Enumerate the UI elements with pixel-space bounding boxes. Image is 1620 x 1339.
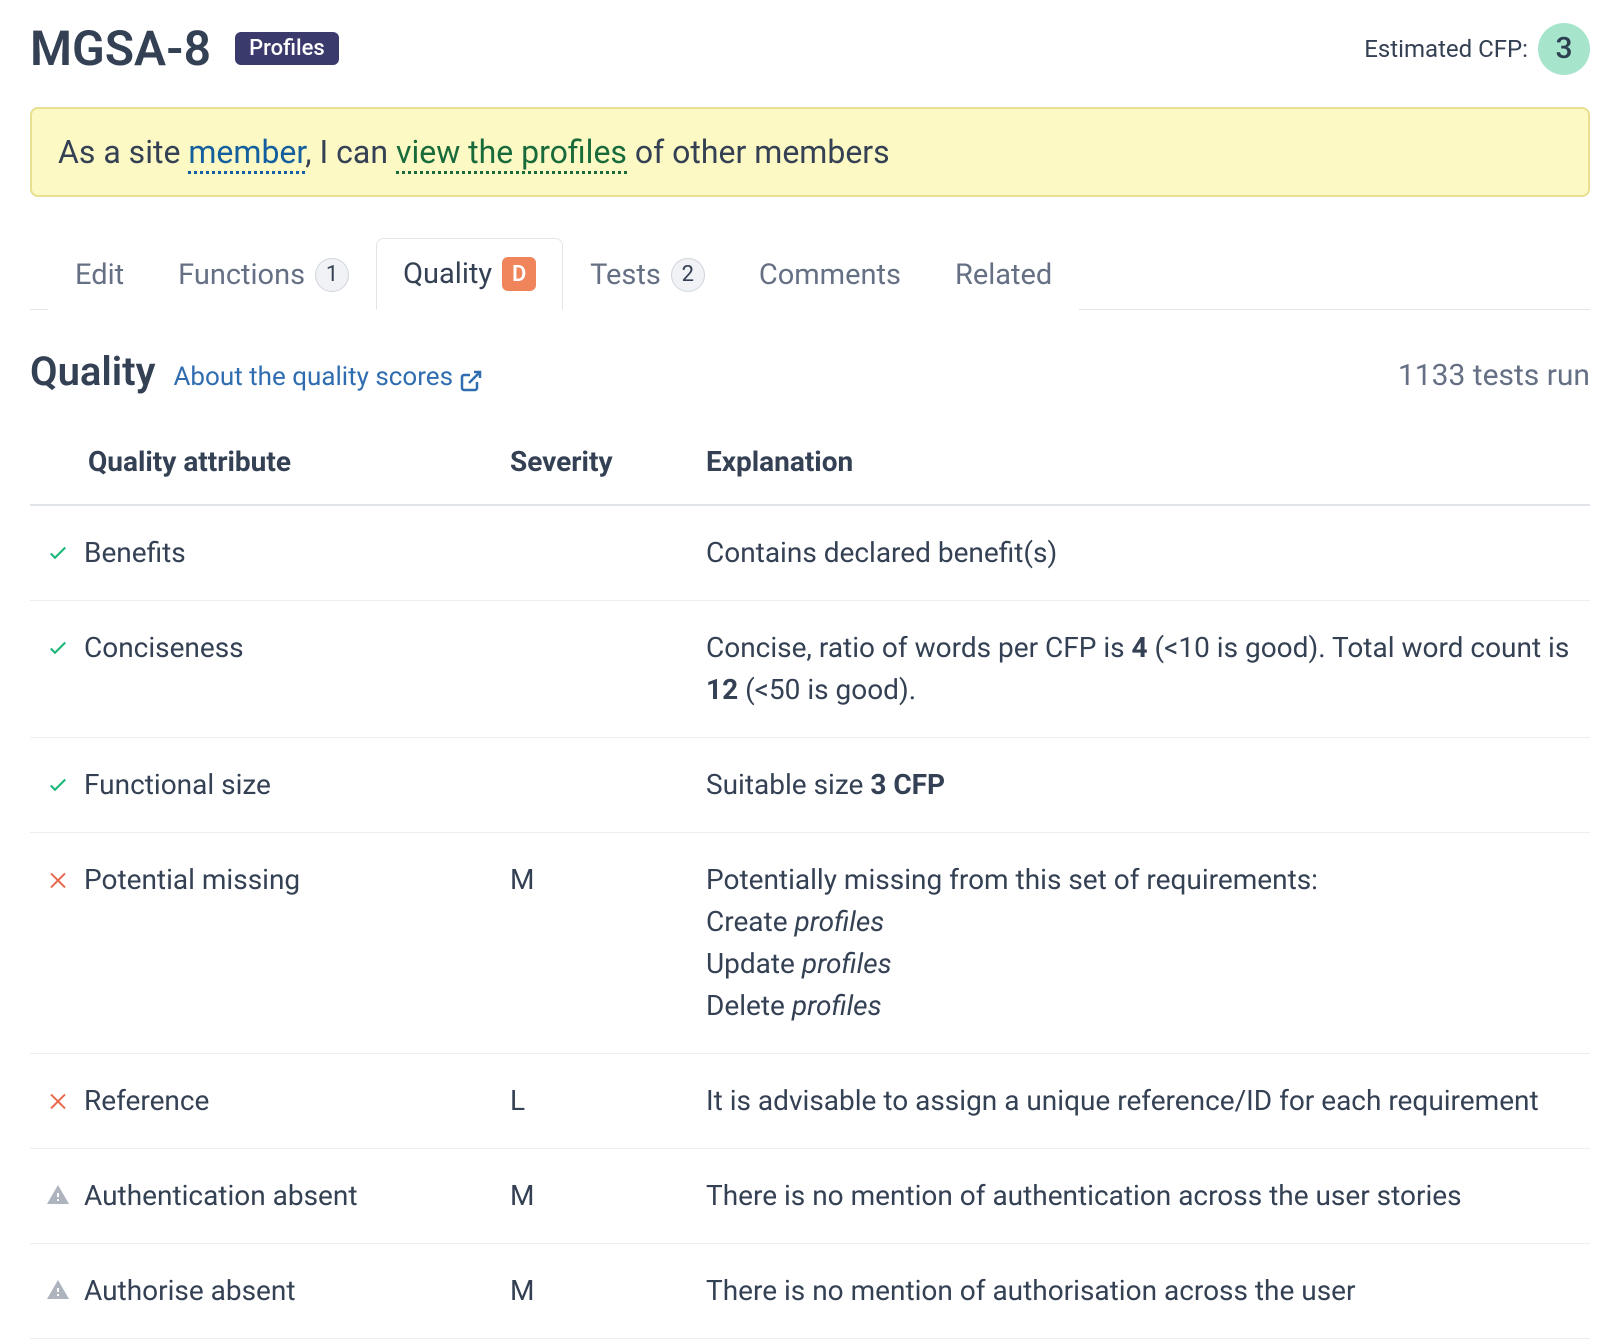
col-header-severity: Severity — [450, 425, 690, 505]
cell-explanation: Potentially missing from this set of req… — [690, 833, 1590, 1054]
tab-label: Comments — [759, 258, 901, 292]
cell-severity: M — [450, 1244, 690, 1339]
cell-explanation: It is advisable to assign a unique refer… — [690, 1054, 1590, 1149]
story-prefix: As a site — [58, 133, 188, 171]
tab-label: Quality — [403, 257, 492, 291]
cell-explanation: There is no mention of authorisation acr… — [690, 1244, 1590, 1339]
table-row: Functional size Suitable size 3 CFP — [30, 738, 1590, 833]
table-row: Authorise absent MThere is no mention of … — [30, 1244, 1590, 1339]
cell-attribute: Potential missing — [30, 833, 450, 1054]
story-suffix: of other members — [627, 133, 890, 171]
section-title-wrap: Quality About the quality scores — [30, 348, 483, 395]
attribute-text: Reference — [84, 1080, 209, 1122]
attribute-text: Potential missing — [84, 859, 300, 901]
tabs: Edit Functions 1 Quality D Tests 2 Comments Rela… — [30, 237, 1590, 310]
table-row: Conciseness Concise, ratio of words per C… — [30, 601, 1590, 738]
cell-severity: M — [450, 833, 690, 1054]
external-link-icon — [459, 369, 483, 393]
cell-attribute: Authorise absent — [30, 1244, 450, 1339]
tab-comments[interactable]: Comments — [732, 238, 928, 310]
tab-tests[interactable]: Tests 2 — [563, 238, 732, 310]
story-member-link[interactable]: member — [188, 133, 305, 174]
tab-related[interactable]: Related — [928, 238, 1079, 310]
cell-explanation: Concise, ratio of words per CFP is 4 (<1… — [690, 601, 1590, 738]
cross-icon — [46, 1088, 70, 1112]
cell-attribute: Reference — [30, 1054, 450, 1149]
col-header-attribute: Quality attribute — [30, 425, 450, 505]
table-row: Potential missing MPotentially missing fr… — [30, 833, 1590, 1054]
table-row: Benefits Contains declared benefit(s) — [30, 505, 1590, 601]
tab-label: Functions — [178, 258, 305, 292]
cell-explanation: Contains declared benefit(s) — [690, 505, 1590, 601]
cell-explanation: Suitable size 3 CFP — [690, 738, 1590, 833]
about-link-text: About the quality scores — [173, 362, 453, 392]
header-row: MGSA-8 Profiles Estimated CFP: 3 — [30, 20, 1590, 77]
story-view-profiles-link[interactable]: view the profiles — [396, 133, 627, 174]
cell-explanation: There is no mention of authentication ac… — [690, 1149, 1590, 1244]
cell-severity: M — [450, 1149, 690, 1244]
tab-count: 1 — [315, 258, 349, 292]
tab-label: Tests — [590, 258, 661, 292]
header-left: MGSA-8 Profiles — [30, 20, 339, 77]
header-right: Estimated CFP: 3 — [1364, 23, 1590, 75]
attribute-text: Benefits — [84, 532, 186, 574]
cell-severity — [450, 738, 690, 833]
tab-label: Edit — [75, 258, 124, 292]
table-row: Authentication absent MThere is no mentio… — [30, 1149, 1590, 1244]
cell-severity — [450, 601, 690, 738]
tab-grade: D — [502, 257, 536, 291]
section-title: Quality — [30, 348, 155, 395]
check-icon — [46, 635, 70, 659]
col-header-explanation: Explanation — [690, 425, 1590, 505]
attribute-text: Functional size — [84, 764, 271, 806]
cross-icon — [46, 867, 70, 891]
warning-icon — [46, 1278, 70, 1302]
tab-label: Related — [955, 258, 1052, 292]
table-row: Reference LIt is advisable to assign a un… — [30, 1054, 1590, 1149]
tab-functions[interactable]: Functions 1 — [151, 238, 376, 310]
cell-attribute: Authentication absent — [30, 1149, 450, 1244]
cell-attribute: Benefits — [30, 505, 450, 601]
cell-severity — [450, 505, 690, 601]
cfp-badge: 3 — [1538, 23, 1590, 75]
attribute-text: Authentication absent — [84, 1175, 358, 1217]
story-mid: , I can — [305, 133, 396, 171]
warning-icon — [46, 1183, 70, 1207]
user-story-box: As a site member, I can view the profile… — [30, 107, 1590, 197]
cell-attribute: Functional size — [30, 738, 450, 833]
cell-attribute: Conciseness — [30, 601, 450, 738]
section-header: Quality About the quality scores 1133 te… — [30, 348, 1590, 395]
tab-quality[interactable]: Quality D — [376, 238, 563, 310]
tab-edit[interactable]: Edit — [48, 238, 151, 310]
about-quality-link[interactable]: About the quality scores — [173, 361, 483, 393]
quality-table: Quality attribute Severity Explanation B… — [30, 425, 1590, 1339]
tab-count: 2 — [671, 258, 705, 292]
check-icon — [46, 772, 70, 796]
attribute-text: Conciseness — [84, 627, 244, 669]
page-title: MGSA-8 — [30, 20, 211, 77]
check-icon — [46, 540, 70, 564]
cfp-label: Estimated CFP: — [1364, 35, 1528, 63]
attribute-text: Authorise absent — [84, 1270, 296, 1312]
profiles-tag[interactable]: Profiles — [235, 32, 339, 65]
cell-severity: L — [450, 1054, 690, 1149]
tests-run-count: 1133 tests run — [1398, 358, 1590, 393]
